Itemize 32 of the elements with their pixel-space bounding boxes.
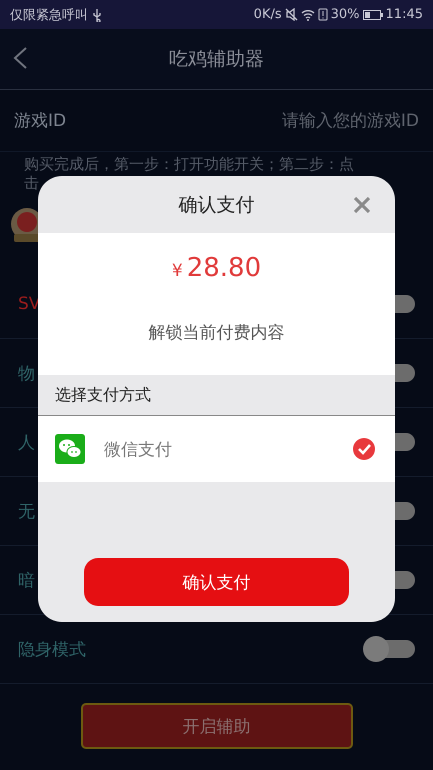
sim-alert-icon <box>318 8 328 21</box>
feature-label: 人 <box>18 432 35 454</box>
battery-percent: 30% <box>330 7 360 22</box>
start-button[interactable]: 开启辅助 <box>80 703 352 749</box>
close-icon[interactable] <box>353 196 371 214</box>
notice-text: 击 <box>24 174 39 193</box>
payment-description: 解锁当前付费内容 <box>148 322 284 344</box>
network-speed: 0K/s <box>254 7 282 22</box>
wechat-icon <box>55 434 85 464</box>
price-amount: 28.80 <box>186 253 262 283</box>
feature-label: 物 <box>18 362 35 384</box>
payment-method-name: 微信支付 <box>104 438 173 460</box>
wifi-icon <box>300 8 315 20</box>
dialog-title: 确认支付 <box>178 192 254 218</box>
feature-label: 暗 <box>18 570 35 592</box>
page-title: 吃鸡辅助器 <box>169 47 264 72</box>
mute-icon <box>284 8 298 21</box>
game-id-field[interactable]: 请输入您的游戏ID <box>249 110 419 130</box>
back-icon[interactable] <box>12 47 28 69</box>
notice-text: 购买完成后，第一步：打开功能开关；第二步：点 <box>24 155 354 174</box>
confirm-payment-button[interactable]: 确认支付 <box>84 558 349 606</box>
usb-icon <box>92 8 102 22</box>
carrier-text: 仅限紧急呼叫 <box>10 6 88 24</box>
feature-label: 无 <box>18 500 35 522</box>
clock-time: 11:45 <box>386 7 423 22</box>
section-title: 选择支付方式 <box>55 384 151 406</box>
field-label: 游戏ID <box>14 110 66 132</box>
toggle-switch[interactable] <box>363 636 415 662</box>
battery-icon <box>362 10 383 20</box>
currency-symbol: ¥ <box>172 261 183 281</box>
check-icon[interactable] <box>353 438 375 460</box>
feature-label: 隐身模式 <box>18 638 86 660</box>
